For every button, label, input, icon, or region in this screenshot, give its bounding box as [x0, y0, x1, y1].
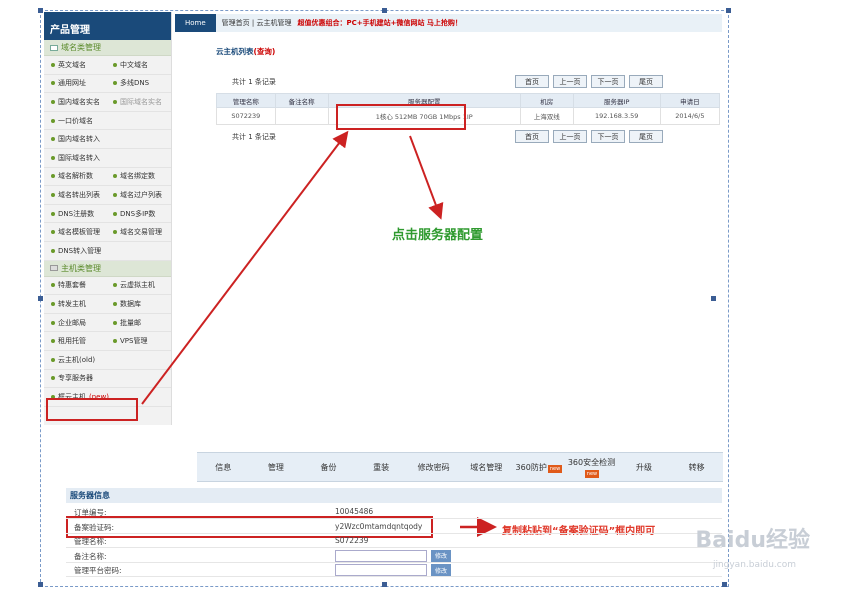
arrow-down	[409, 135, 444, 220]
info-label: 管理名称:	[74, 537, 107, 546]
arrow-to-config	[141, 130, 349, 405]
tab-item[interactable]: 360安全检测 new	[565, 457, 618, 478]
tab-label: 修改密码	[417, 462, 450, 472]
tab-item[interactable]: 备份	[302, 462, 355, 473]
info-value: 10045486	[335, 507, 374, 516]
watermark-brand: Baidu经验	[695, 528, 810, 553]
tab-label: 域名管理	[470, 462, 503, 472]
new-badge: new	[547, 464, 563, 473]
tab-item[interactable]: 转移	[670, 462, 723, 473]
tab-item[interactable]: 域名管理	[460, 462, 513, 473]
tab-label: 重装	[373, 462, 390, 472]
tab-label: 管理	[267, 462, 284, 472]
modify-button[interactable]: 修改	[431, 549, 451, 562]
info-row: 管理平台密码: 修改	[66, 563, 722, 577]
info-value: y2Wzc0mtamdqntqody	[335, 521, 423, 531]
tab-label: 升级	[636, 462, 653, 472]
info-value: S072239	[335, 536, 369, 545]
modify-button[interactable]: 修改	[431, 564, 451, 576]
tab-item[interactable]: 修改密码	[407, 462, 460, 473]
info-input[interactable]	[335, 564, 427, 576]
watermark-url: jingyan.baidu.com	[712, 560, 796, 570]
tab-item[interactable]: 重装	[355, 462, 408, 473]
tab-label: 转移	[688, 462, 705, 472]
info-row: 订单编号: 10045486	[66, 505, 722, 519]
info-input[interactable]	[335, 549, 427, 562]
tab-label: 360防护	[515, 462, 547, 472]
tab-label: 信息	[215, 462, 232, 472]
new-badge: new	[584, 469, 600, 478]
tab-item[interactable]: 升级	[618, 462, 671, 473]
tab-item[interactable]: 360防护 new	[513, 462, 566, 473]
info-label: 备注名称:	[74, 551, 107, 561]
info-label: 订单编号:	[74, 508, 107, 517]
info-label: 管理平台密码:	[74, 566, 122, 575]
server-tab-bar: 信息 管理 备份 重装 修改密码 域名管理 360防护 new 360安全检测new 升级 转移	[197, 452, 723, 482]
info-row: 备注名称: 修改	[66, 549, 722, 563]
tab-item[interactable]: 信息	[197, 462, 250, 473]
tab-item[interactable]: 管理	[250, 462, 303, 473]
tab-label: 360安全检测	[567, 457, 616, 467]
info-label: 备案验证码:	[74, 522, 115, 532]
tab-label: 备份	[320, 462, 337, 472]
info-row: 管理名称: S072239	[66, 534, 722, 548]
server-info-title: 服务器信息	[66, 488, 722, 503]
info-row: 备案验证码: y2Wzc0mtamdqntqody	[66, 520, 722, 534]
